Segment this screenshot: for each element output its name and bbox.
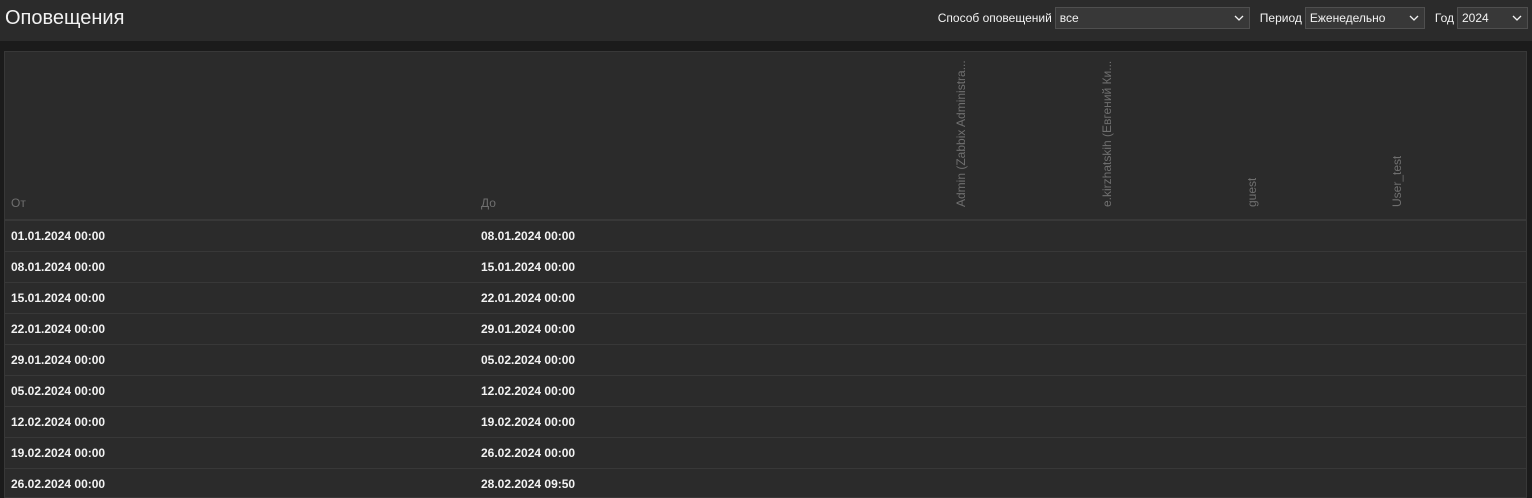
table-row: 26.02.2024 00:00 28.02.2024 09:50 — [5, 469, 1526, 497]
column-header-user: User_test — [1390, 57, 1406, 207]
cell-from: 19.02.2024 00:00 — [11, 446, 106, 460]
cell-from: 26.02.2024 00:00 — [11, 477, 106, 491]
table-row: 19.02.2024 00:00 26.02.2024 00:00 — [5, 438, 1526, 469]
column-header-user-label: Admin (Zabbix Administra... — [954, 60, 968, 207]
column-header-user-label: guest — [1245, 177, 1259, 207]
cell-from: 15.01.2024 00:00 — [11, 291, 106, 305]
period-select[interactable]: Еженедельно — [1304, 7, 1425, 29]
column-header-user-label: e.kirzhatskih (Евгений Ки... — [1100, 60, 1114, 207]
cell-from: 22.01.2024 00:00 — [11, 322, 106, 336]
table-row: 08.01.2024 00:00 15.01.2024 00:00 — [5, 252, 1526, 283]
column-header-user: guest — [1245, 57, 1261, 207]
page-header: Оповещения Способ оповещений все Период … — [0, 0, 1532, 41]
cell-from: 05.02.2024 00:00 — [11, 384, 106, 398]
column-header-user: Admin (Zabbix Administra... — [954, 57, 970, 207]
column-header-from: От — [11, 196, 26, 210]
chevron-down-icon — [1511, 12, 1523, 24]
method-label: Способ оповещений — [937, 11, 1052, 25]
year-label: Год — [1434, 11, 1454, 25]
period-select-value: Еженедельно — [1309, 11, 1386, 25]
cell-from: 01.01.2024 00:00 — [11, 229, 106, 243]
cell-from: 12.02.2024 00:00 — [11, 415, 106, 429]
table-body: 01.01.2024 00:00 08.01.2024 00:00 08.01.… — [5, 221, 1526, 497]
cell-to: 05.02.2024 00:00 — [481, 353, 576, 367]
column-header-to: До — [481, 196, 496, 210]
cell-to: 08.01.2024 00:00 — [481, 229, 576, 243]
method-select[interactable]: все — [1054, 7, 1250, 29]
year-select[interactable]: 2024 — [1457, 7, 1528, 29]
table-row: 22.01.2024 00:00 29.01.2024 00:00 — [5, 314, 1526, 345]
chevron-down-icon — [1408, 12, 1420, 24]
year-select-value: 2024 — [1462, 11, 1489, 25]
cell-from: 08.01.2024 00:00 — [11, 260, 106, 274]
table-row: 01.01.2024 00:00 08.01.2024 00:00 — [5, 221, 1526, 252]
table-row: 05.02.2024 00:00 12.02.2024 00:00 — [5, 376, 1526, 407]
period-label: Период — [1259, 11, 1302, 25]
cell-to: 22.01.2024 00:00 — [481, 291, 576, 305]
table-row: 29.01.2024 00:00 05.02.2024 00:00 — [5, 345, 1526, 376]
cell-from: 29.01.2024 00:00 — [11, 353, 106, 367]
cell-to: 26.02.2024 00:00 — [481, 446, 576, 460]
column-header-user: e.kirzhatskih (Евгений Ки... — [1100, 57, 1116, 207]
method-select-value: все — [1059, 11, 1079, 25]
chevron-down-icon — [1233, 12, 1245, 24]
cell-to: 19.02.2024 00:00 — [481, 415, 576, 429]
cell-to: 28.02.2024 09:50 — [481, 477, 576, 491]
cell-to: 29.01.2024 00:00 — [481, 322, 576, 336]
cell-to: 15.01.2024 00:00 — [481, 260, 576, 274]
table-header: От До Admin (Zabbix Administra... e.kirz… — [5, 52, 1526, 221]
cell-to: 12.02.2024 00:00 — [481, 384, 576, 398]
table-row: 15.01.2024 00:00 22.01.2024 00:00 — [5, 283, 1526, 314]
column-header-user-label: User_test — [1390, 155, 1404, 207]
table-row: 12.02.2024 00:00 19.02.2024 00:00 — [5, 407, 1526, 438]
notifications-table: От До Admin (Zabbix Administra... e.kirz… — [4, 51, 1527, 498]
filter-bar: Способ оповещений все Период Еженедельно… — [938, 6, 1532, 30]
page-title: Оповещения — [5, 7, 125, 29]
